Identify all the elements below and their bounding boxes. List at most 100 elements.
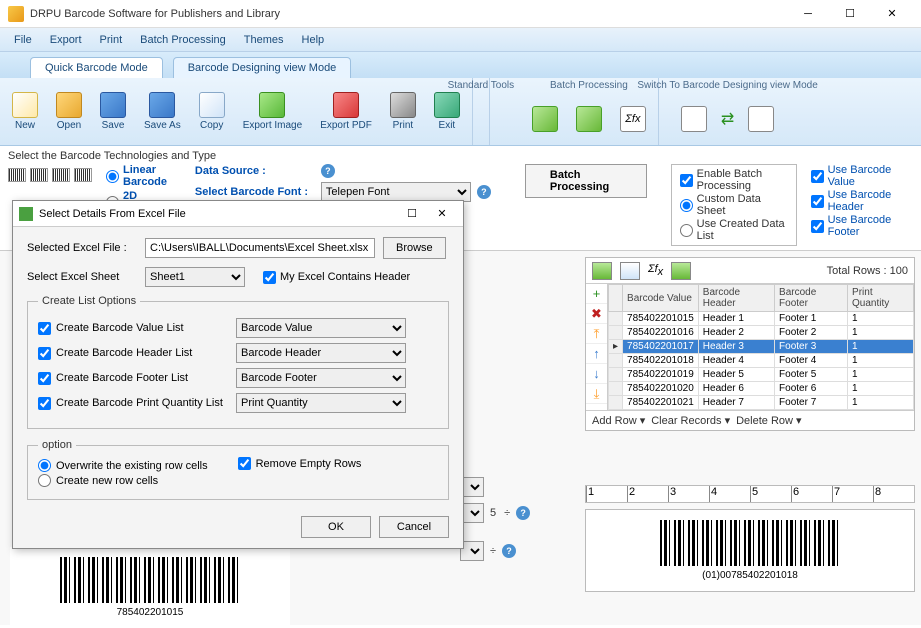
create-new-radio[interactable]: Create new row cells [38, 474, 208, 487]
panel-sigma[interactable]: Σfx [648, 263, 663, 278]
exit-button[interactable]: Exit [430, 90, 464, 133]
table-row[interactable]: 785402201016Header 2Footer 21 [609, 326, 914, 340]
save-as-button[interactable]: Save As [140, 90, 185, 133]
select-font-label: Select Barcode Font : [195, 186, 315, 198]
qty-column-select[interactable]: Print Quantity [236, 393, 406, 413]
sigma-icon: Σfx [620, 106, 646, 132]
table-row[interactable]: 785402201020Header 6Footer 61 [609, 382, 914, 396]
design-view-2[interactable] [744, 104, 778, 134]
use-created-radio[interactable]: Use Created Data List [680, 218, 788, 242]
panel-tool-3[interactable] [671, 262, 691, 280]
add-row-link[interactable]: Add Row ▾ [592, 414, 645, 427]
copy-button[interactable]: Copy [195, 90, 229, 133]
panel-tool-1[interactable] [592, 262, 612, 280]
batch-tool-2[interactable] [572, 104, 606, 134]
ruler-horizontal: 12345678 [585, 485, 915, 503]
value-column-select[interactable]: Barcode Value [236, 318, 406, 338]
help-icon-3[interactable]: ? [516, 506, 530, 520]
create-value-check[interactable]: Create Barcode Value List [38, 322, 228, 335]
save-button[interactable]: Save [96, 90, 130, 133]
use-value-check[interactable]: Use Barcode Value [811, 164, 903, 188]
delete-row-icon[interactable]: ✖ [586, 304, 607, 324]
left-preview: 785402201015 [10, 541, 290, 628]
move-top-icon[interactable]: ⤒ [586, 324, 607, 344]
move-up-icon[interactable]: ↑ [586, 344, 607, 364]
delete-row-link[interactable]: Delete Row ▾ [736, 414, 801, 427]
ok-button[interactable]: OK [301, 516, 371, 538]
data-source-label: Data Source : [195, 165, 315, 177]
batch-sigma[interactable]: Σfx [616, 104, 650, 134]
help-icon-4[interactable]: ? [502, 544, 516, 558]
dialog-maximize[interactable]: ☐ [397, 204, 427, 224]
group-switch-label: Switch To Barcode Designing view Mode [637, 80, 817, 91]
radio-linear[interactable]: Linear Barcode [106, 164, 181, 188]
tech-icon-2[interactable] [30, 168, 48, 182]
header-column-select[interactable]: Barcode Header [236, 343, 406, 363]
menu-export[interactable]: Export [42, 32, 90, 48]
tab-design-mode[interactable]: Barcode Designing view Mode [173, 57, 352, 78]
design-view-1[interactable] [677, 104, 711, 134]
use-header-check[interactable]: Use Barcode Header [811, 189, 903, 213]
browse-button[interactable]: Browse [383, 237, 446, 259]
tab-quick-mode[interactable]: Quick Barcode Mode [30, 57, 163, 78]
export-pdf-button[interactable]: Export PDF [316, 90, 376, 133]
window-title: DRPU Barcode Software for Publishers and… [30, 8, 787, 20]
new-button[interactable]: New [8, 90, 42, 133]
tech-icon-1[interactable] [8, 168, 26, 182]
print-button[interactable]: Print [386, 90, 420, 133]
create-qty-check[interactable]: Create Barcode Print Quantity List [38, 397, 228, 410]
table-row[interactable]: 785402201015Header 1Footer 11 [609, 312, 914, 326]
help-icon-2[interactable]: ? [477, 185, 491, 199]
batch-options: Enable Batch Processing Custom Data Shee… [671, 164, 797, 246]
open-button[interactable]: Open [52, 90, 86, 133]
help-icon[interactable]: ? [321, 164, 335, 178]
hidden-controls: 5÷? ÷? [460, 477, 530, 561]
option-legend: option [38, 439, 76, 451]
total-rows: Total Rows : 100 [827, 265, 908, 277]
menu-help[interactable]: Help [294, 32, 333, 48]
batch-tool-1[interactable] [528, 104, 562, 134]
contains-header-check[interactable]: My Excel Contains Header [263, 271, 410, 284]
font-select[interactable]: Telepen Font [321, 182, 471, 202]
close-button[interactable]: ✕ [871, 0, 913, 28]
table-row[interactable]: 785402201018Header 4Footer 41 [609, 354, 914, 368]
batch-icon-1 [532, 106, 558, 132]
footer-column-select[interactable]: Barcode Footer [236, 368, 406, 388]
menu-batch[interactable]: Batch Processing [132, 32, 234, 48]
file-path-input[interactable] [145, 238, 375, 258]
minimize-button[interactable]: ─ [787, 0, 829, 28]
open-icon [56, 92, 82, 118]
create-footer-check[interactable]: Create Barcode Footer List [38, 372, 228, 385]
table-row[interactable]: ▸785402201017Header 3Footer 31 [609, 340, 914, 354]
menu-file[interactable]: File [6, 32, 40, 48]
remove-empty-check[interactable]: Remove Empty Rows [238, 457, 362, 470]
dialog-close[interactable]: ✕ [427, 204, 457, 224]
tech-icon-4[interactable] [74, 168, 92, 182]
overwrite-radio[interactable]: Overwrite the existing row cells [38, 459, 208, 472]
print-icon [390, 92, 416, 118]
table-row[interactable]: 785402201021Header 7Footer 71 [609, 396, 914, 410]
create-list-fieldset: Create List Options Create Barcode Value… [27, 295, 449, 429]
enable-batch-check[interactable]: Enable Batch Processing [680, 168, 788, 192]
move-bottom-icon[interactable]: ⤓ [586, 384, 607, 404]
use-footer-check[interactable]: Use Barcode Footer [811, 214, 903, 238]
menu-themes[interactable]: Themes [236, 32, 292, 48]
switch-arrow-icon: ⇄ [721, 109, 734, 129]
create-header-check[interactable]: Create Barcode Header List [38, 347, 228, 360]
sheet-select[interactable]: Sheet1 [145, 267, 245, 287]
add-row-icon[interactable]: + [586, 284, 607, 304]
data-table[interactable]: Barcode Value Barcode Header Barcode Foo… [608, 284, 914, 410]
move-down-icon[interactable]: ↓ [586, 364, 607, 384]
clear-records-link[interactable]: Clear Records ▾ [651, 414, 730, 427]
menu-print[interactable]: Print [92, 32, 131, 48]
table-row[interactable]: 785402201019Header 5Footer 51 [609, 368, 914, 382]
maximize-button[interactable]: ☐ [829, 0, 871, 28]
new-icon [12, 92, 38, 118]
cancel-button[interactable]: Cancel [379, 516, 449, 538]
tech-icon-3[interactable] [52, 168, 70, 182]
panel-tool-2[interactable] [620, 262, 640, 280]
custom-sheet-radio[interactable]: Custom Data Sheet [680, 193, 788, 217]
export-image-icon [259, 92, 285, 118]
mode-tabs: Quick Barcode Mode Barcode Designing vie… [0, 52, 921, 78]
export-image-button[interactable]: Export Image [239, 90, 306, 133]
